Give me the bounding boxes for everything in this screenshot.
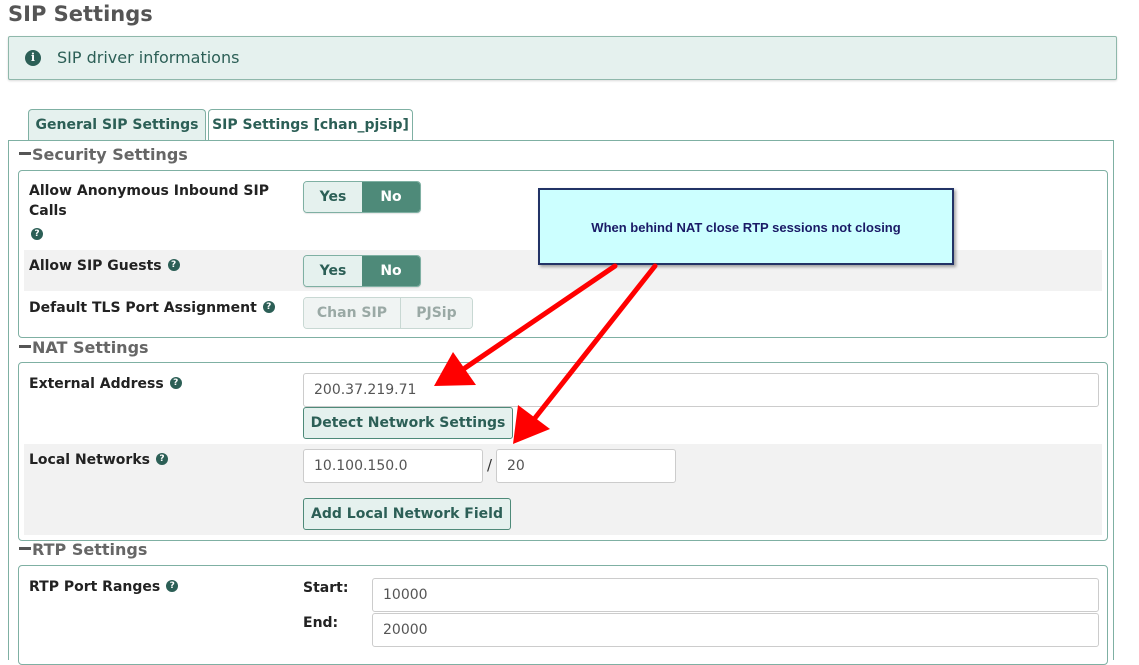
help-icon[interactable]: ? — [31, 228, 43, 240]
guests-yes-option[interactable]: Yes — [304, 256, 362, 286]
local-network-input[interactable]: 10.100.150.0 — [303, 449, 483, 483]
rtp-end-label: End: — [303, 615, 339, 631]
section-rtp-settings[interactable]: RTP Settings — [19, 540, 147, 560]
detect-network-settings-button[interactable]: Detect Network Settings — [303, 407, 513, 439]
help-icon[interactable]: ? — [167, 259, 180, 271]
help-icon[interactable]: ? — [166, 580, 179, 592]
collapse-icon — [19, 152, 31, 155]
anonymous-calls-toggle[interactable]: Yes No — [303, 181, 421, 213]
section-security-settings[interactable]: Security Settings — [19, 145, 188, 165]
sip-guests-toggle[interactable]: Yes No — [303, 255, 421, 287]
page-title: SIP Settings — [8, 2, 153, 26]
collapse-icon — [19, 547, 31, 550]
rtp-port-ranges-label: RTP Port Ranges? — [29, 577, 179, 597]
collapse-icon — [19, 345, 31, 348]
local-networks-label: Local Networks? — [29, 450, 168, 470]
info-circle-icon: i — [25, 50, 41, 66]
rtp-end-input[interactable]: 20000 — [372, 613, 1099, 647]
network-separator: / — [487, 456, 493, 474]
guests-no-option[interactable]: No — [362, 256, 420, 286]
info-box-text: SIP driver informations — [57, 48, 240, 67]
tls-port-toggle: Chan SIP PJSip — [303, 297, 473, 329]
help-icon[interactable]: ? — [155, 453, 168, 465]
anonymous-yes-option[interactable]: Yes — [304, 182, 362, 212]
local-network-cidr-input[interactable]: 20 — [496, 449, 676, 483]
annotation-callout: When behind NAT close RTP sessions not c… — [538, 188, 954, 265]
section-nat-settings[interactable]: NAT Settings — [19, 338, 149, 358]
tls-port-label: Default TLS Port Assignment? — [29, 298, 275, 318]
external-address-input[interactable]: 200.37.219.71 — [303, 373, 1099, 407]
help-icon[interactable]: ? — [262, 301, 275, 313]
anonymous-no-option[interactable]: No — [362, 182, 420, 212]
rtp-start-input[interactable]: 10000 — [372, 578, 1099, 612]
tab-sip-settings-chan-pjsip[interactable]: SIP Settings [chan_pjsip] — [208, 109, 413, 141]
rtp-start-label: Start: — [303, 580, 349, 596]
help-icon[interactable]: ? — [169, 377, 182, 389]
anonymous-calls-label: Allow Anonymous Inbound SIP Calls ? — [29, 183, 269, 240]
sip-driver-info-box[interactable]: i SIP driver informations — [8, 36, 1117, 80]
tls-pjsip-option: PJSip — [399, 298, 472, 328]
sip-guests-label: Allow SIP Guests? — [29, 256, 180, 276]
tab-general-sip-settings[interactable]: General SIP Settings — [28, 109, 206, 141]
tls-chan-sip-option: Chan SIP — [304, 298, 400, 328]
add-local-network-field-button[interactable]: Add Local Network Field — [303, 498, 511, 530]
external-address-label: External Address? — [29, 374, 182, 394]
